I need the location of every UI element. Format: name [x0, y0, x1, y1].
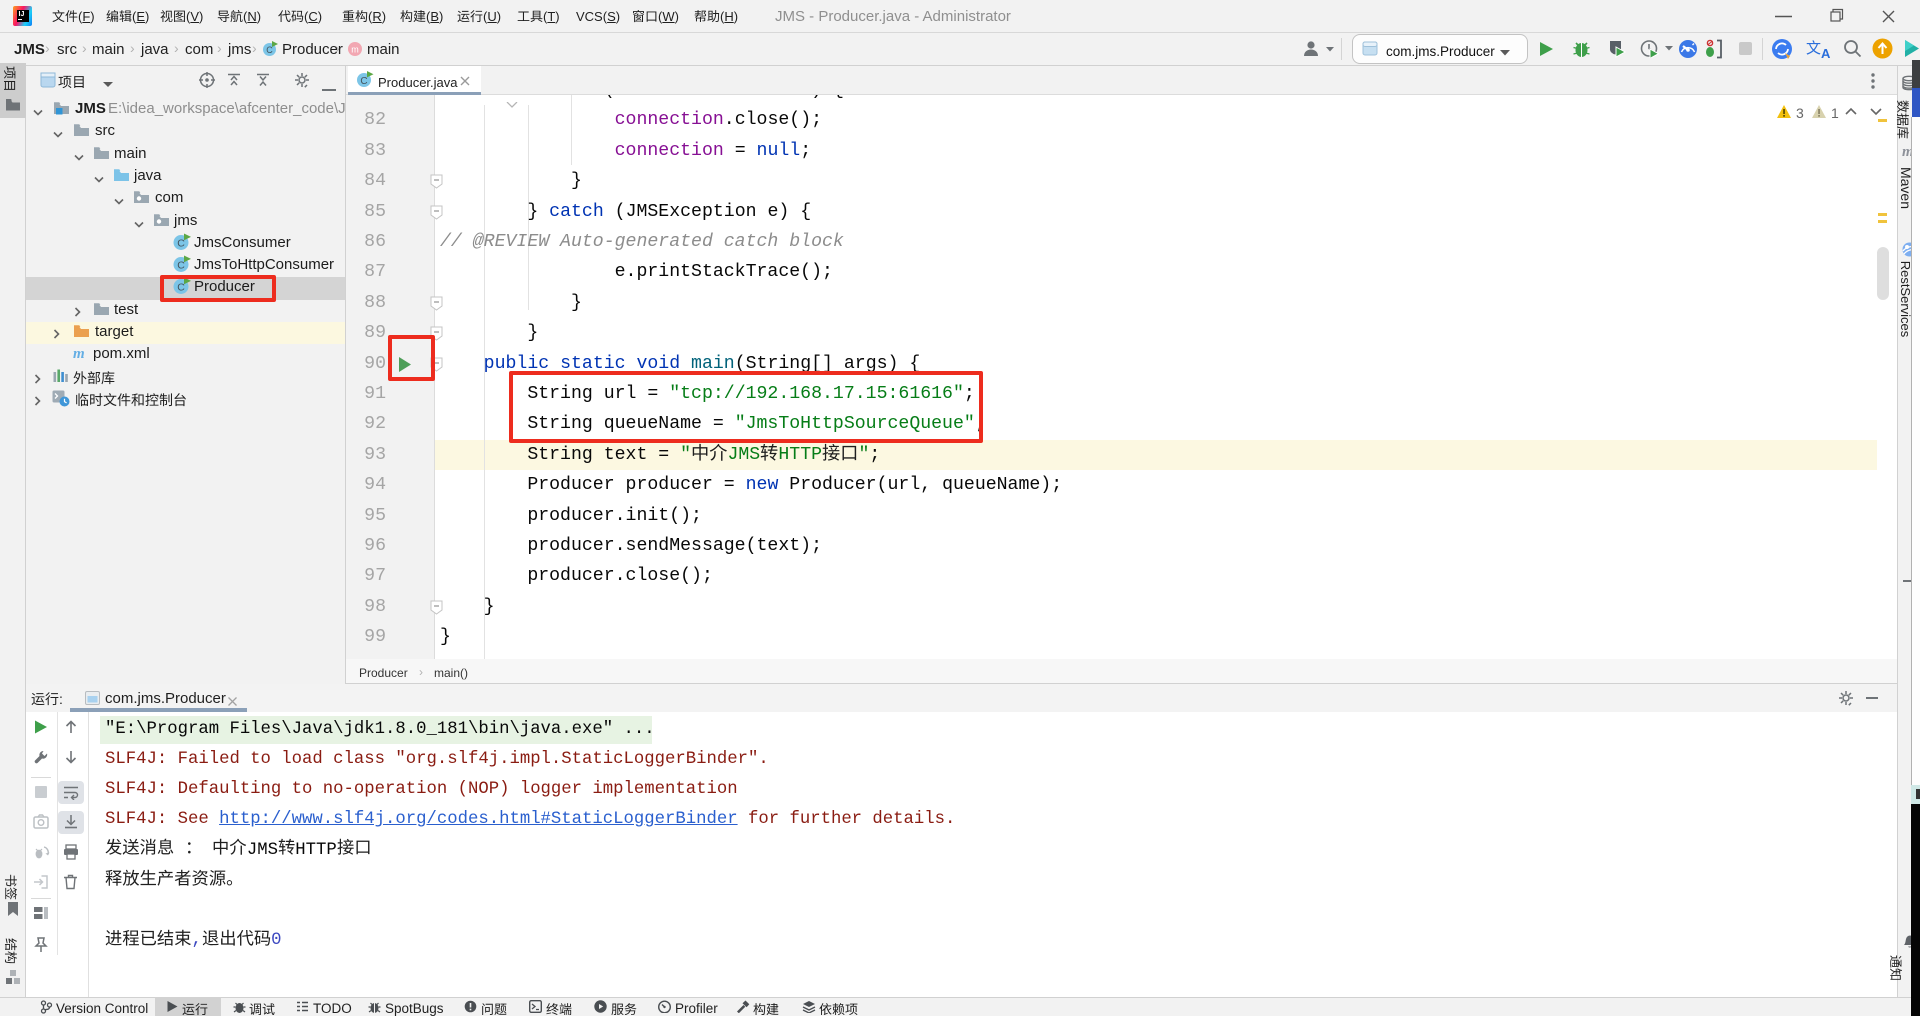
svg-text:m: m: [73, 346, 85, 361]
svg-text:文: 文: [1806, 40, 1821, 57]
svg-text:m: m: [351, 45, 359, 55]
svg-text:1: 1: [1831, 105, 1839, 121]
svg-text:3: 3: [1796, 105, 1804, 121]
svg-text:A: A: [1821, 46, 1831, 60]
svg-text:C: C: [360, 76, 367, 87]
